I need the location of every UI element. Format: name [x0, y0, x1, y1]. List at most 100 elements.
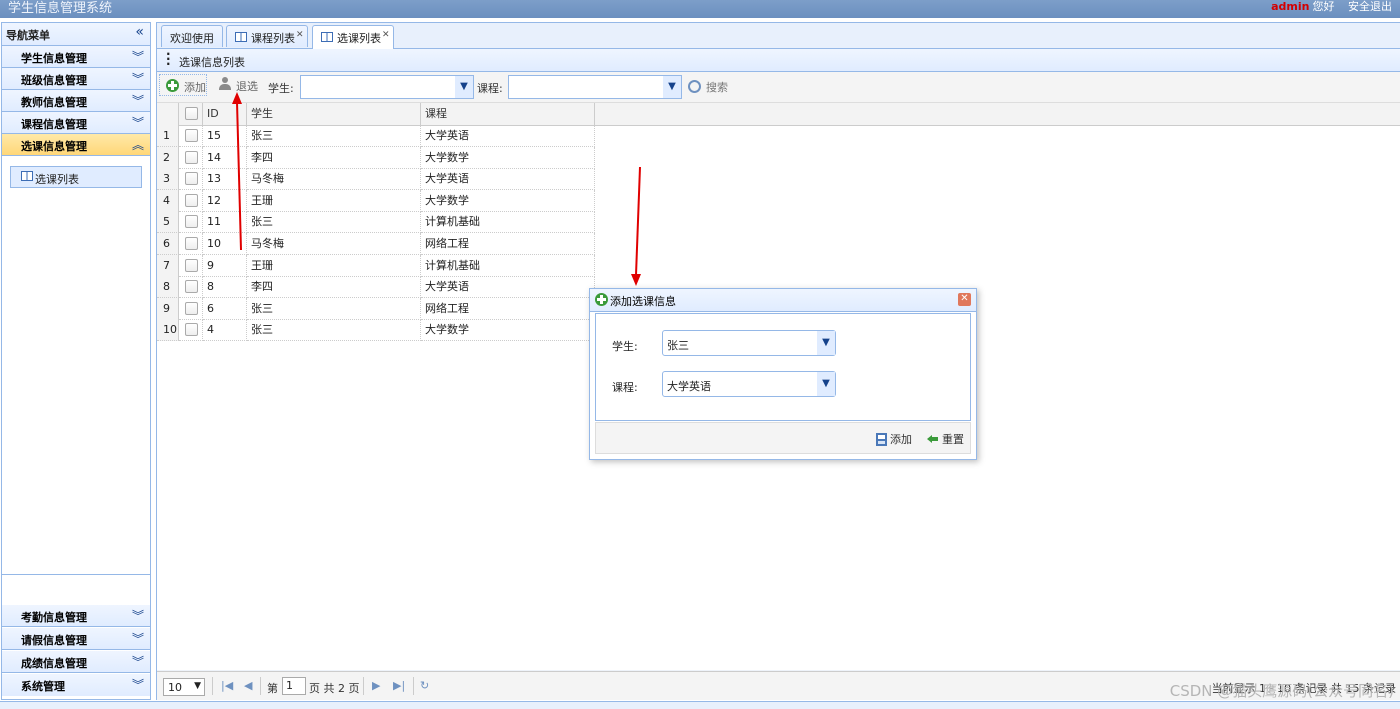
- next-page-icon[interactable]: ▶: [372, 679, 380, 692]
- table-row[interactable]: 1 15 张三 大学英语: [157, 125, 595, 147]
- row-checkbox-cell: [179, 189, 203, 212]
- watermark: CSDN @猫头鹰源码(公众号同名): [1169, 682, 1394, 700]
- dialog-student-value: 张三: [667, 339, 689, 352]
- header-rownum: [157, 103, 179, 125]
- chevron-down-icon[interactable]: ▼: [455, 76, 473, 98]
- collapse-icon[interactable]: «: [135, 24, 144, 40]
- table-row[interactable]: 5 11 张三 计算机基础: [157, 211, 595, 234]
- menu-course[interactable]: 课程信息管理 ︾: [2, 112, 150, 134]
- row-number: 2: [157, 146, 179, 169]
- cell-course: 计算机基础: [421, 254, 595, 277]
- table-row[interactable]: 10 4 张三 大学数学: [157, 319, 595, 342]
- row-checkbox[interactable]: [185, 129, 198, 142]
- row-checkbox[interactable]: [185, 237, 198, 250]
- chevron-down-icon: ▼: [194, 681, 201, 691]
- menu-grade[interactable]: 成绩信息管理 ︾: [2, 651, 150, 673]
- cell-course: 大学英语: [421, 276, 595, 299]
- table-row[interactable]: 2 14 李四 大学数学: [157, 146, 595, 169]
- close-icon[interactable]: ✕: [958, 293, 971, 306]
- menu-selection[interactable]: 选课信息管理 ︽: [2, 134, 150, 156]
- dialog-course-select[interactable]: 大学英语 ▼: [662, 371, 836, 397]
- divider: [413, 677, 414, 695]
- row-checkbox[interactable]: [185, 323, 198, 337]
- chevron-down-icon: ︾: [131, 678, 144, 692]
- row-checkbox[interactable]: [185, 150, 198, 164]
- table-row[interactable]: 3 13 马冬梅 大学英语: [157, 168, 595, 191]
- student-filter-combo[interactable]: ▼: [300, 75, 474, 99]
- annotation-arrow-up: [232, 92, 242, 251]
- dialog-add-button[interactable]: 添加: [876, 431, 912, 447]
- dialog-reset-button[interactable]: 重置: [926, 431, 964, 447]
- dialog-body: 学生: 张三 ▼ 课程: 大学英语 ▼: [595, 313, 971, 421]
- table-row[interactable]: 7 9 王珊 计算机基础: [157, 254, 595, 277]
- chevron-down-icon[interactable]: ▼: [817, 331, 835, 355]
- row-checkbox[interactable]: [185, 280, 198, 294]
- logout-link[interactable]: 安全退出: [1348, 0, 1392, 13]
- add-icon: [595, 293, 608, 306]
- dialog-title: 添加选课信息: [610, 295, 676, 308]
- chevron-down-icon[interactable]: ▼: [663, 76, 681, 98]
- header-student[interactable]: 学生: [247, 103, 421, 125]
- table-row[interactable]: 8 8 李四 大学英语: [157, 276, 595, 299]
- menu-attendance[interactable]: 考勤信息管理 ︾: [2, 605, 150, 627]
- menu-class[interactable]: 班级信息管理 ︾: [2, 68, 150, 90]
- course-filter-combo[interactable]: ▼: [508, 75, 682, 99]
- row-checkbox[interactable]: [185, 193, 198, 207]
- cell-course: 大学数学: [421, 189, 595, 212]
- search-icon: [688, 80, 701, 93]
- page-prefix: 第: [267, 682, 278, 695]
- menu-leave[interactable]: 请假信息管理 ︾: [2, 628, 150, 650]
- menu-system[interactable]: 系统管理 ︾: [2, 674, 150, 696]
- header-course[interactable]: 课程: [421, 103, 595, 125]
- cell-student: 张三: [247, 125, 421, 147]
- search-button[interactable]: 搜索: [688, 79, 728, 95]
- dialog-header: 添加选课信息 ✕: [590, 289, 976, 312]
- cell-student: 王珊: [247, 254, 421, 277]
- student-filter-label: 学生:: [268, 82, 294, 95]
- course-filter-label: 课程:: [477, 82, 503, 95]
- table-row[interactable]: 4 12 王珊 大学数学: [157, 189, 595, 212]
- add-button[interactable]: 添加: [159, 74, 207, 96]
- table-row[interactable]: 6 10 马冬梅 网络工程: [157, 233, 595, 255]
- chevron-down-icon[interactable]: ▼: [817, 372, 835, 396]
- page-size-select[interactable]: 10 ▼: [163, 678, 205, 696]
- dialog-reset-label: 重置: [942, 433, 964, 446]
- page-number-input[interactable]: 1: [282, 677, 306, 695]
- row-checkbox[interactable]: [185, 172, 198, 186]
- dialog-course-value: 大学英语: [667, 380, 711, 393]
- cell-course: 网络工程: [421, 233, 595, 255]
- row-number: 10: [157, 319, 179, 342]
- row-checkbox[interactable]: [185, 215, 198, 229]
- row-number: 6: [157, 233, 179, 255]
- table-row[interactable]: 9 6 张三 网络工程: [157, 297, 595, 320]
- menu-label: 系统管理: [21, 680, 65, 693]
- save-icon: [876, 433, 887, 446]
- last-page-icon[interactable]: ▶|: [393, 679, 405, 692]
- cell-student: 李四: [247, 276, 421, 299]
- refresh-icon[interactable]: ↻: [420, 679, 429, 692]
- select-all-checkbox[interactable]: [185, 107, 198, 120]
- divider: [260, 677, 261, 695]
- row-number: 3: [157, 168, 179, 191]
- prev-page-icon[interactable]: ◀: [244, 679, 252, 692]
- first-page-icon[interactable]: |◀: [221, 679, 233, 692]
- row-checkbox[interactable]: [185, 258, 198, 272]
- sidebar-item-selection-list[interactable]: 选课列表: [10, 166, 142, 188]
- row-checkbox-cell: [179, 297, 203, 320]
- menu-student[interactable]: 学生信息管理 ︾: [2, 46, 150, 68]
- panel-title: 选课信息列表: [179, 56, 245, 69]
- tab-course-list[interactable]: 课程列表 ✕: [226, 25, 308, 47]
- tab-selection-list[interactable]: 选课列表 ✕: [312, 25, 394, 49]
- dialog-student-select[interactable]: 张三 ▼: [662, 330, 836, 356]
- cell-student: 王珊: [247, 189, 421, 212]
- cell-id: 9: [203, 254, 247, 277]
- menu-teacher[interactable]: 教师信息管理 ︾: [2, 90, 150, 112]
- tab-welcome[interactable]: 欢迎使用: [161, 25, 223, 47]
- close-icon[interactable]: ✕: [296, 30, 304, 40]
- grip-icon: · · ·: [166, 47, 171, 71]
- row-checkbox-cell: [179, 168, 203, 191]
- row-checkbox[interactable]: [185, 301, 198, 315]
- row-checkbox-cell: [179, 146, 203, 169]
- username: admin: [1271, 0, 1310, 13]
- close-icon[interactable]: ✕: [382, 30, 390, 40]
